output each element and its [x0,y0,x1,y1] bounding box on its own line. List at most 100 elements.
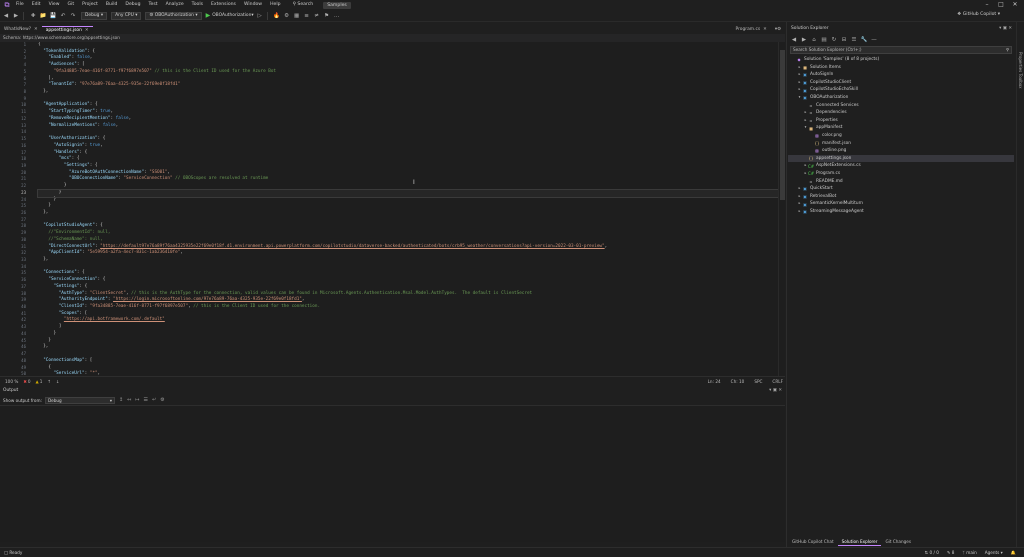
code-line[interactable]: "TokenValidation": { [38,49,778,56]
tree-item[interactable]: ▫ README.md [788,178,1014,186]
output-source-select[interactable]: Debug ▾ [44,396,115,404]
code-line[interactable]: }, [38,344,778,351]
code-line[interactable]: { [38,42,778,49]
code-line[interactable]: "9fa34885-7eae-416f-8771-f97f6897e507" /… [38,69,778,76]
toolbar-comment-icon[interactable]: ≠ [313,12,321,20]
code-line[interactable] [38,264,778,271]
search-menu[interactable]: ⚲ Search [289,0,318,10]
notifications-icon[interactable]: 🔔 [1011,550,1016,556]
code-line[interactable] [38,96,778,103]
home-icon[interactable]: ⌂ [810,36,818,44]
solution-explorer-search-input[interactable]: Search Solution Explorer (Ctrl+;) ⚲ [790,46,1012,54]
tree-item[interactable]: ▸ ▫ Dependencies [788,109,1014,117]
toolbar-more-icon[interactable]: … [333,12,341,20]
code-line[interactable]: "Connections": { [38,270,778,277]
git-pending-changes[interactable]: ✎ 8 [947,550,955,555]
menu-extensions[interactable]: Extensions [207,0,240,10]
tree-item[interactable]: ▸ ▣ SemanticKernelMultiturn [788,200,1014,208]
next-message-icon[interactable]: ↦ [135,397,139,403]
save-icon[interactable]: 💾 [49,12,57,20]
zoom-level[interactable]: 100 % [5,379,18,384]
code-line[interactable]: }, [38,210,778,217]
menu-git[interactable]: Git [64,0,79,10]
editor-vertical-scrollbar[interactable] [778,42,785,376]
code-line[interactable]: } [38,203,778,210]
code-line[interactable]: "Settings": { [38,284,778,291]
code-line[interactable]: }, [38,89,778,96]
show-all-files-icon[interactable]: ☰ [850,36,858,44]
menu-window[interactable]: Window [240,0,266,10]
code-line[interactable] [38,351,778,358]
tree-item[interactable]: ◆ Solution 'Samples' (8 of 8 projects) [788,56,1014,64]
tab-github-copilot-chat[interactable]: GitHub Copilot Chat [788,538,838,546]
code-area[interactable]: { "TokenValidation": { "Enabled": false,… [37,42,779,376]
code-line[interactable]: "UserAuthorization": { [38,136,778,143]
code-line[interactable]: "https://api.botframework.com/.default" [38,317,778,324]
tree-item[interactable]: ▸ ▣ CopilotStudioClient [788,79,1014,87]
tree-item[interactable]: ▸ ▣ RetrievalBot [788,193,1014,201]
hot-reload-icon[interactable]: 🔥 [273,12,281,20]
nav-down-icon[interactable]: ↓ [56,379,60,384]
startup-project-select[interactable]: ⚙ OBOAuthorization ▾ [145,11,202,20]
code-line[interactable]: } [38,183,778,190]
open-folder-icon[interactable]: 📁 [39,12,47,20]
collapse-all-icon[interactable]: ⊟ [840,36,848,44]
output-settings-icon[interactable]: ⚙ [160,397,164,403]
platform-select[interactable]: Any CPU ▾ [111,11,142,20]
warning-count[interactable]: ▲ 1 [36,379,43,384]
code-line[interactable]: "Enabled": false, [38,55,778,62]
prev-message-icon[interactable]: ↤ [127,397,131,403]
tree-item[interactable]: ▾ ▣ OBOAuthorization [788,94,1014,102]
forward-icon[interactable]: ▶ [800,36,808,44]
code-line[interactable]: //"EnvironmentId": null, [38,230,778,237]
tree-item[interactable]: ▸ ■ Solution Items [788,64,1014,72]
toolbar-bookmark-icon[interactable]: ⚑ [323,12,331,20]
code-line[interactable]: "CopilotStudioAgent": { [38,223,778,230]
code-line[interactable] [38,129,778,136]
code-line[interactable]: "NormalizeMentions": false, [38,123,778,130]
forward-icon[interactable]: ▶ [12,12,20,20]
tab-whatisnew[interactable]: WhatIsNew? ✕ [0,26,42,34]
tab-program-cs[interactable]: Program.cs ✕ [732,26,771,34]
error-count[interactable]: ✖ 0 [23,379,30,384]
code-line[interactable]: }, [38,257,778,264]
scrollbar-thumb[interactable] [780,50,785,200]
menu-help[interactable]: Help [266,0,284,10]
tree-item[interactable]: ▸ ▣ StreamingMessageAgent [788,208,1014,216]
code-line[interactable]: "TenantId": "97e76a89-76aa-4325-935e-22f… [38,82,778,89]
agents-button[interactable]: Agents ▾ [985,550,1003,555]
tree-item[interactable]: ▩ color.png [788,132,1014,140]
close-icon[interactable]: ✕ [763,26,767,34]
switch-view-icon[interactable]: ▤ [820,36,828,44]
toolbar-tool-icon[interactable]: ⚙ [283,12,291,20]
output-text-area[interactable] [0,405,785,542]
find-message-icon[interactable]: ↥ [119,397,123,403]
properties-toolbox-tabs[interactable]: Properties Toolbox [1018,52,1023,89]
tree-item[interactable]: {} appsettings.json [788,154,1014,163]
git-sync-status[interactable]: ⇅ 0 / 0 [925,550,939,555]
code-line[interactable]: "OBOConnectionName": "ServiceConnection"… [38,176,778,183]
tab-solution-explorer[interactable]: Solution Explorer [837,538,882,546]
sync-icon[interactable]: ↻ [830,36,838,44]
minimize-icon[interactable]: – [980,0,994,10]
properties-icon[interactable]: 🔧 [860,36,868,44]
code-line[interactable]: "ClientId": "9fa34885-7eae-416f-8771-f97… [38,304,778,311]
code-line[interactable]: } [38,197,778,204]
preview-icon[interactable]: — [870,36,878,44]
tree-item[interactable]: ▩ outline.png [788,147,1014,155]
code-line[interactable]: "Audiences": [ [38,62,778,69]
tab-overflow[interactable]: ▾ ⚙ [771,26,785,34]
code-line[interactable]: } [37,188,779,198]
menu-test[interactable]: Test [145,0,162,10]
tree-item[interactable]: ▾ ■ appManifest [788,124,1014,132]
tree-item[interactable]: ▸ ▫ Properties [788,117,1014,125]
code-line[interactable]: //"SchemaName": null, [38,237,778,244]
code-line[interactable]: "Handlers": { [38,150,778,157]
code-line[interactable] [38,217,778,224]
undo-icon[interactable]: ↶ [59,12,67,20]
code-line[interactable]: } [38,338,778,345]
configuration-select[interactable]: Debug ▾ [81,11,108,20]
code-line[interactable]: "Settings": { [38,163,778,170]
start-without-debugging-icon[interactable]: ▷ [256,12,264,20]
tree-item[interactable]: {} manifest.json [788,140,1014,148]
